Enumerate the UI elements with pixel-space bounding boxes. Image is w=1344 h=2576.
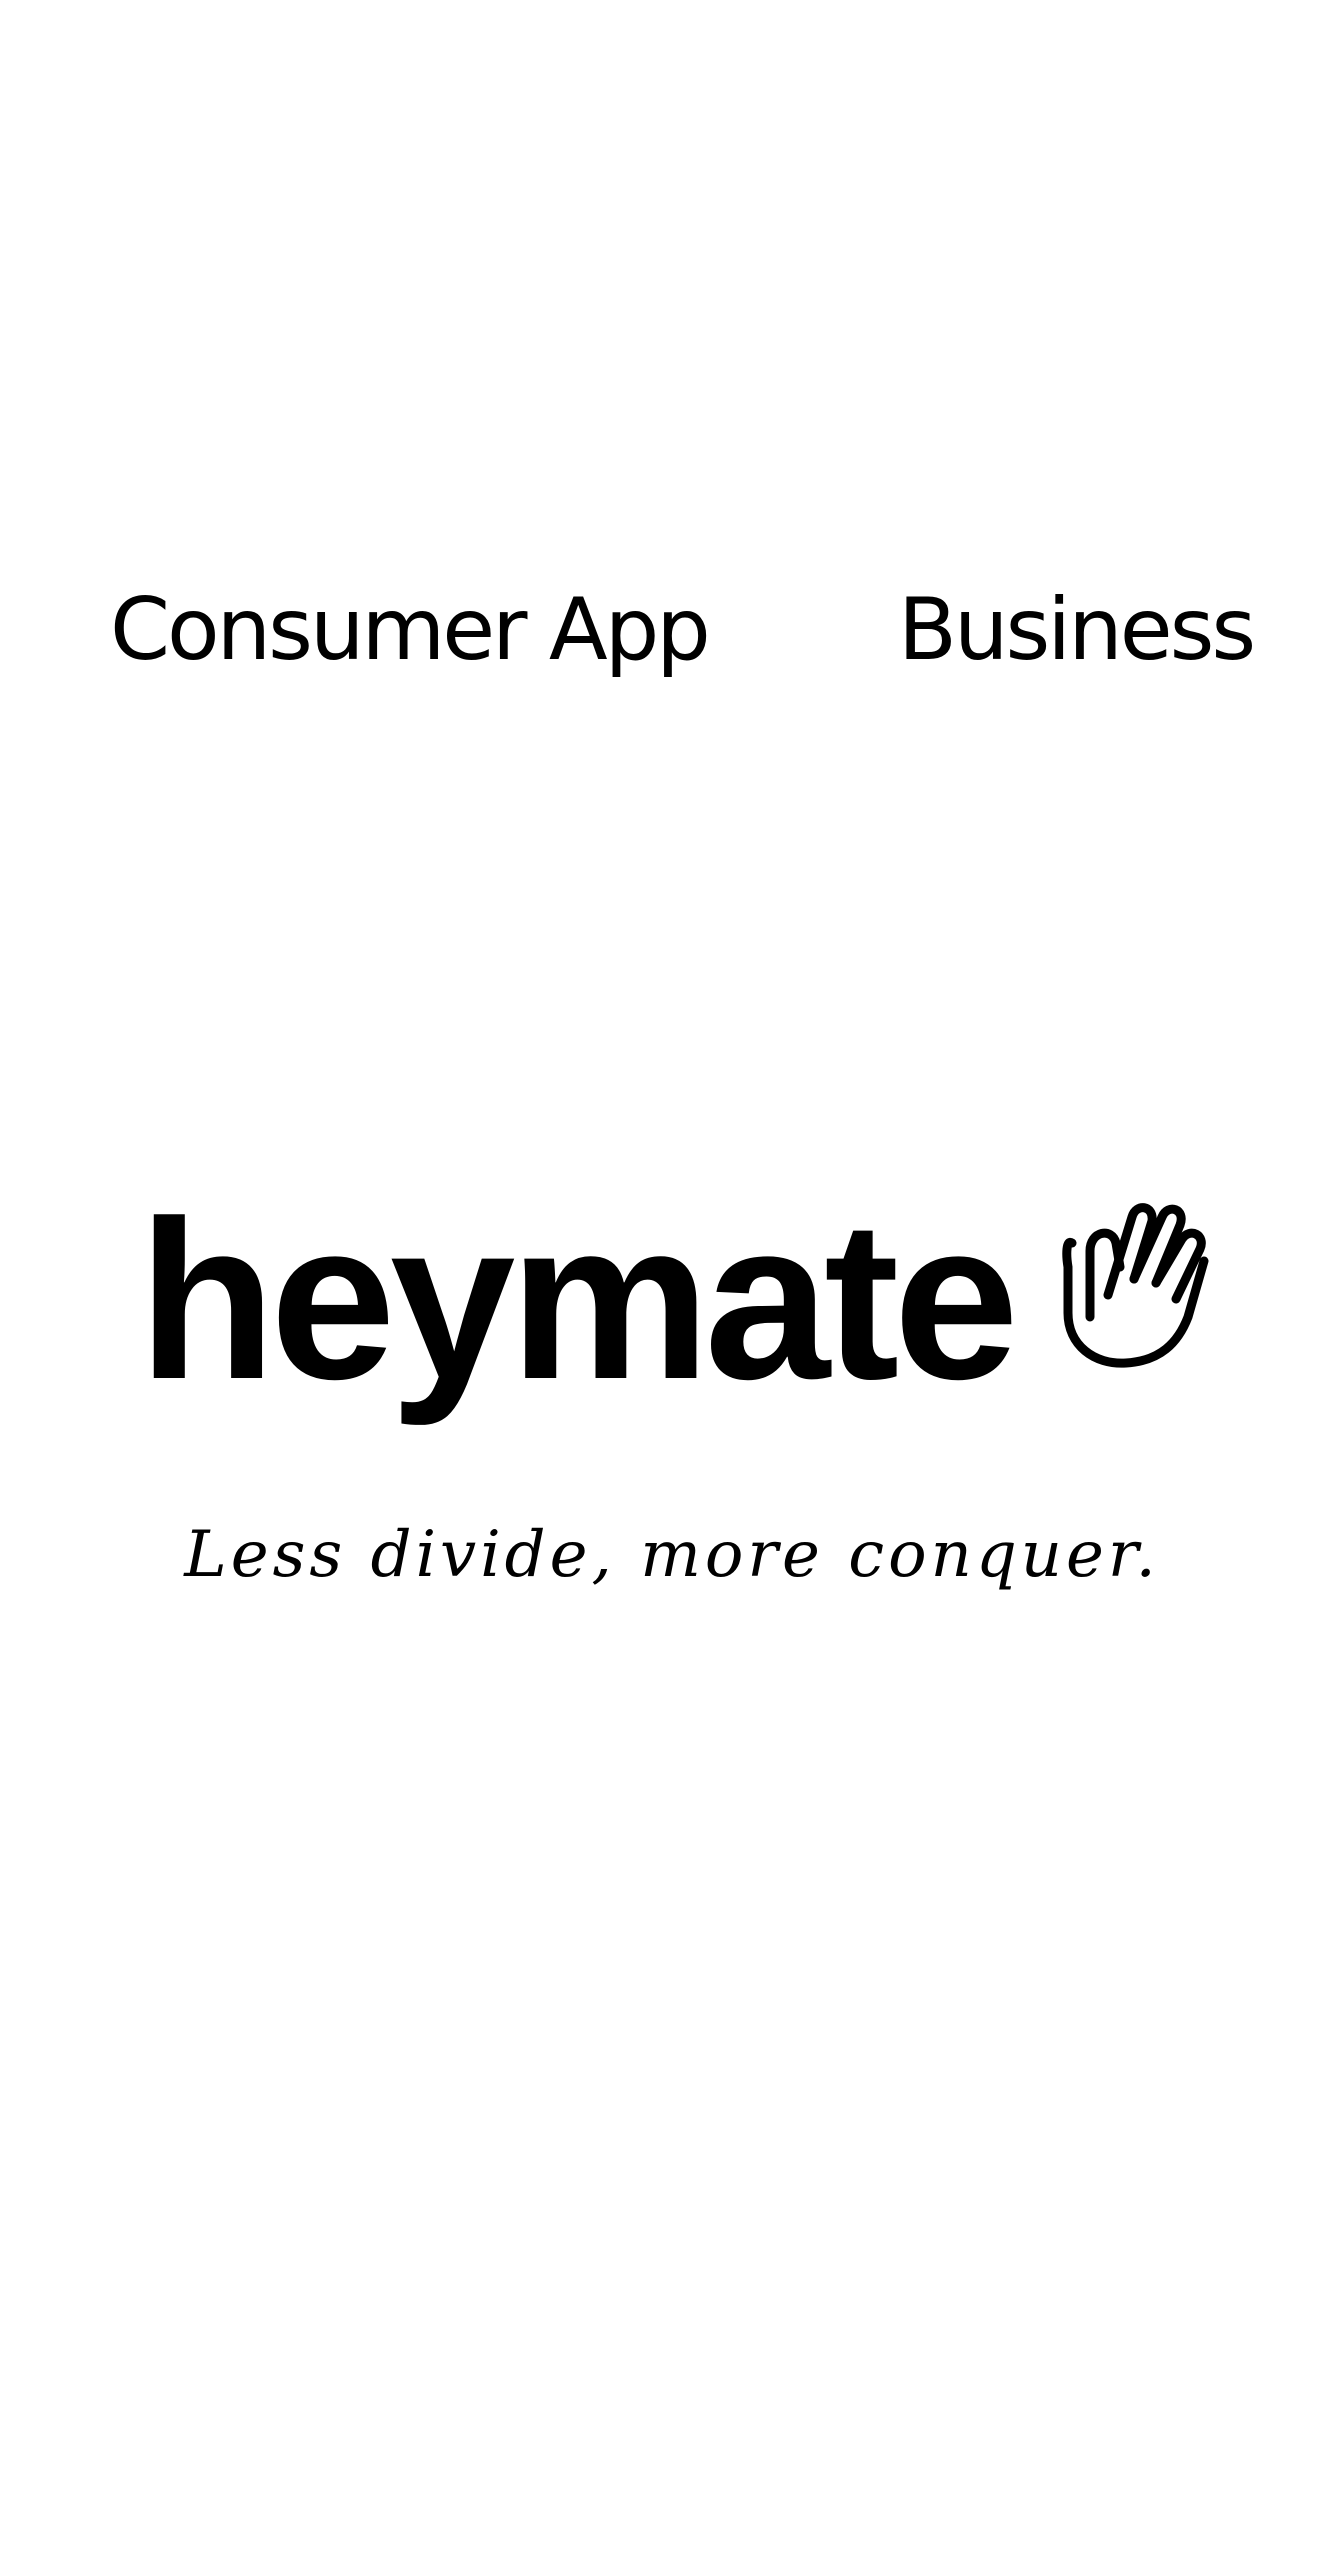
consumer-app-link[interactable]: Consumer App	[110, 575, 711, 685]
tagline: Less divide, more conquer.	[184, 1518, 1160, 1592]
logo-wordmark: heymate	[138, 1173, 1019, 1426]
waving-hand-icon	[1062, 1203, 1209, 1368]
heymate-logo: heymate	[138, 1180, 1218, 1420]
business-link[interactable]: Business	[898, 575, 1256, 685]
